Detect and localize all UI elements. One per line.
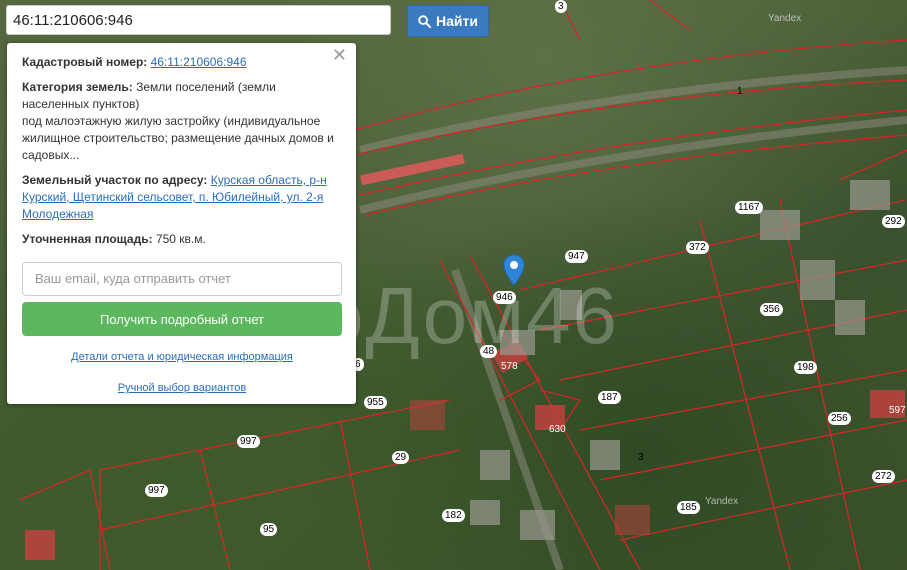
lot-number[interactable]: 578 — [498, 360, 521, 373]
lot-number[interactable]: 946 — [493, 291, 516, 304]
map-attribution: Yandex — [768, 13, 802, 24]
lot-number[interactable]: 356 — [760, 303, 783, 316]
details-link-wrap: Детали отчета и юридическая информация — [22, 349, 342, 366]
lot-number[interactable]: 597 — [886, 404, 907, 417]
report-details-link[interactable]: Детали отчета и юридическая информация — [71, 351, 293, 363]
map-attribution: Yandex — [705, 496, 739, 507]
area-row: Уточненная площадь: 750 кв.м. — [22, 231, 342, 248]
search-button-label: Найти — [436, 13, 478, 29]
land-category-label: Категория земель: — [22, 80, 133, 94]
lot-number[interactable]: 29 — [392, 451, 410, 464]
lot-number[interactable]: 997 — [145, 484, 168, 497]
lot-number[interactable]: 185 — [677, 501, 700, 514]
search-icon — [418, 14, 432, 28]
manual-selection-link[interactable]: Ручной выбор вариантов — [118, 382, 246, 394]
lot-number[interactable]: 3 — [555, 0, 567, 13]
cadastral-number-link[interactable]: 46:11:210606:946 — [151, 55, 247, 69]
email-field[interactable]: Ваш email, куда отправить отчет — [22, 262, 342, 296]
lot-number[interactable]: 997 — [237, 435, 260, 448]
parcel-info-popup: ✕ Кадастровый номер: 46:11:210606:946 Ка… — [7, 43, 356, 404]
area-label: Уточненная площадь: — [22, 232, 153, 246]
get-report-button[interactable]: Получить подробный отчет — [22, 302, 342, 336]
lot-number[interactable]: 48 — [480, 345, 498, 358]
lot-number[interactable]: 630 — [546, 423, 569, 436]
lot-number[interactable]: 955 — [364, 396, 387, 409]
lot-number[interactable]: 292 — [882, 215, 905, 228]
lot-number[interactable]: 256 — [828, 412, 851, 425]
lot-number[interactable]: 947 — [565, 250, 588, 263]
lot-number[interactable]: 95 — [260, 523, 278, 536]
address-label: Земельный участок по адресу: — [22, 173, 208, 187]
lot-number[interactable]: 272 — [872, 470, 895, 483]
close-icon[interactable]: ✕ — [332, 46, 347, 64]
cadastral-number-row: Кадастровый номер: 46:11:210606:946 — [22, 54, 342, 71]
lot-number[interactable]: 182 — [442, 509, 465, 522]
land-category-row: Категория земель: Земли поселений (земли… — [22, 79, 342, 164]
land-use-detail: под малоэтажную жилую застройку (индивид… — [22, 114, 334, 162]
area-value: 750 кв.м. — [155, 232, 206, 246]
manual-link-wrap: Ручной выбор вариантов — [22, 380, 342, 397]
search-input[interactable] — [6, 5, 391, 35]
lot-number[interactable]: 198 — [794, 361, 817, 374]
address-row: Земельный участок по адресу: Курская обл… — [22, 172, 342, 223]
lot-number[interactable]: 3 — [635, 451, 647, 464]
lot-number[interactable]: 372 — [686, 241, 709, 254]
lot-number[interactable]: 1167 — [735, 201, 763, 214]
lot-number[interactable]: 1 — [734, 85, 746, 98]
cadastral-number-label: Кадастровый номер: — [22, 55, 148, 69]
search-button[interactable]: Найти — [407, 5, 489, 37]
lot-number[interactable]: 187 — [598, 391, 621, 404]
